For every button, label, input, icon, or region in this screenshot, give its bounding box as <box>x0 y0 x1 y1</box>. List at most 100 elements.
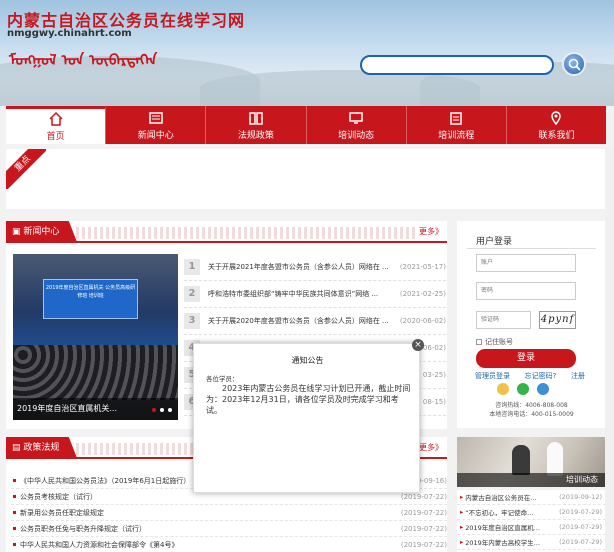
news-carousel[interactable]: 2019年度自治区直属机关 公务员高级研修班 培训班 2019年度自治区直属机关… <box>13 254 178 420</box>
news-title[interactable]: 关于开展2021年度各盟市公务员（含参公人员）网络在 ... <box>208 262 396 272</box>
password-field[interactable] <box>476 282 576 300</box>
news-section-title: ▣ 新闻中心 <box>6 221 78 243</box>
bullet-icon: ▸ <box>460 523 464 531</box>
monitor-icon <box>349 111 363 124</box>
law-date: (2019-07-22) <box>400 492 447 501</box>
focus-banner: 重点 <box>6 149 606 209</box>
training-title[interactable]: 2019年内蒙古高校学生... <box>465 537 559 547</box>
nav-item-label: 首页 <box>46 132 65 142</box>
decor-ribbon <box>76 227 417 239</box>
site-domain: nmggwy.chinahrt.com <box>7 28 132 39</box>
login-panel: 用户登录 4pynf 记住账号 登录 管理员登录 忘记密码? 注册 咨询热线：4… <box>457 221 606 428</box>
news-photo-screen: 2019年度自治区直属机关 公务员高级研修班 培训班 <box>43 279 138 319</box>
news-title[interactable]: 关于开展2020年度各盟市公务员（含参公人员）网络在 ... <box>208 316 396 326</box>
remember-account[interactable]: 记住账号 <box>476 337 513 347</box>
bullet-icon <box>13 527 16 530</box>
notice-title: 通知公告 <box>291 356 324 365</box>
focus-badge: 重点 <box>6 149 46 189</box>
bullet-icon <box>13 511 16 514</box>
nav-item-2[interactable]: 法规政策 <box>206 106 307 144</box>
laws-more-link[interactable]: 更多》 <box>419 442 443 453</box>
search-input[interactable] <box>360 55 554 75</box>
close-icon[interactable]: × <box>412 339 424 351</box>
law-title[interactable]: 中华人民共和国人力资源和社会保障部令《第4号》 <box>20 540 401 550</box>
nav-item-label: 新闻中心 <box>137 130 174 141</box>
law-title[interactable]: 公务员考核规定（试行） <box>20 492 401 502</box>
bullet-icon: ▸ <box>460 508 464 516</box>
forgot-password-link[interactable]: 忘记密码? <box>525 371 557 381</box>
carousel-dot[interactable] <box>152 408 156 412</box>
law-title[interactable]: 新录用公务员任职定级规定 <box>20 508 401 518</box>
news-row[interactable]: 1 关于开展2021年度各盟市公务员（含参公人员）网络在 ... (2021-05-… <box>184 254 446 281</box>
training-row[interactable]: ▸ 2019年度自治区直属机... (2019-07-29) <box>457 520 606 535</box>
training-row[interactable]: ▸ “不忘初心，牢记使命... (2019-07-29) <box>457 505 606 520</box>
nav-item-label: 法规政策 <box>237 130 274 141</box>
qq-icon[interactable] <box>497 383 509 395</box>
login-title: 用户登录 <box>476 237 513 247</box>
training-title[interactable]: 2019年度自治区直属机... <box>465 522 559 532</box>
training-figure <box>512 445 530 475</box>
notice-body: 2023年内蒙古公务员在线学习计划已开通，截止时间为：2023年12月31日，请… <box>206 384 411 415</box>
news-photo-crowd <box>13 345 178 400</box>
training-row[interactable]: ▸ 2019年内蒙古高校学生... (2019-07-29) <box>457 535 606 550</box>
login-social <box>497 383 549 395</box>
news-date: (2021-02-25) <box>399 290 446 298</box>
news-rank: 2 <box>184 286 200 302</box>
nav-item-label: 培训动态 <box>338 130 375 141</box>
laws-section-label: 政策法规 <box>23 443 60 453</box>
news-more-link[interactable]: 更多》 <box>419 226 443 237</box>
news-date: 03-25) <box>422 371 446 379</box>
nav-item-5[interactable]: 联系我们 <box>507 106 606 144</box>
remember-label: 记住账号 <box>485 338 513 346</box>
support-phone: 本地咨询电话：400-015-0009 <box>489 411 574 418</box>
news-row[interactable]: 2 呼和浩特市委组织部“铸牢中华民族共同体意识”网络 ... (2021-02-25… <box>184 281 446 308</box>
remember-checkbox[interactable] <box>476 339 482 345</box>
carousel-dot[interactable] <box>160 408 164 412</box>
news-date: (2021-05-17) <box>399 263 446 271</box>
scrollbar[interactable] <box>605 149 614 552</box>
captcha-image[interactable]: 4pynf <box>539 311 576 329</box>
app-icon[interactable] <box>537 383 549 395</box>
law-row[interactable]: 中华人民共和国人力资源和社会保障部令《第4号》 (2019-07-22) <box>11 537 447 552</box>
book-icon <box>249 111 263 125</box>
training-banner[interactable]: 培训动态 <box>457 437 606 487</box>
login-button[interactable]: 登录 <box>476 349 576 368</box>
mongolian-title: ᠮᠣᠩᠭᠣᠯ ᠤᠨ ᠥᠪᠡᠷᠲᠡᠭᠡᠨ <box>9 51 158 69</box>
clipboard-icon <box>450 111 463 125</box>
news-date: (2020-06-02) <box>399 317 446 325</box>
nav-item-4[interactable]: 培训流程 <box>407 106 507 144</box>
news-rank: 3 <box>184 313 200 329</box>
captcha-field[interactable] <box>476 311 531 329</box>
law-date: (2019-07-22) <box>400 540 447 549</box>
training-row[interactable]: ▸ 内蒙古自治区公务员在... (2019-09-12) <box>457 490 606 505</box>
username-field[interactable] <box>476 254 576 272</box>
nav-item-0[interactable]: 首页 <box>6 106 107 144</box>
news-icon: ▣ <box>12 227 24 237</box>
law-date: (2019-07-22) <box>400 524 447 533</box>
news-row[interactable]: 3 关于开展2020年度各盟市公务员（含参公人员）网络在 ... (2020-06-… <box>184 308 446 335</box>
bullet-icon: ▸ <box>460 493 464 501</box>
training-title[interactable]: 内蒙古自治区公务员在... <box>465 492 559 502</box>
newspaper-icon <box>149 111 163 124</box>
nav-item-1[interactable]: 新闻中心 <box>106 106 207 144</box>
training-label: 培训动态 <box>566 475 598 484</box>
training-list: ▸ 内蒙古自治区公务员在... (2019-09-12) ▸ “不忘初心，牢记使命...… <box>457 490 606 552</box>
register-link[interactable]: 注册 <box>571 371 585 381</box>
search-button[interactable] <box>562 52 586 76</box>
news-title[interactable]: 呼和浩特市委组织部“铸牢中华民族共同体意识”网络 ... <box>208 289 396 299</box>
training-date: (2019-07-29) <box>559 508 602 516</box>
law-row[interactable]: 新录用公务员任职定级规定 (2019-07-22) <box>11 505 447 521</box>
wechat-icon[interactable] <box>517 383 529 395</box>
law-row[interactable]: 公务员职务任免与职务升降规定（试行） (2019-07-22) <box>11 521 447 537</box>
news-rank: 1 <box>184 259 200 275</box>
admin-login-link[interactable]: 管理员登录 <box>475 371 510 381</box>
nav-item-3[interactable]: 培训动态 <box>307 106 407 144</box>
law-title[interactable]: 公务员职务任免与职务升降规定（试行） <box>20 524 401 534</box>
carousel-dot[interactable] <box>168 408 172 412</box>
site-header: 内蒙古自治区公务员在线学习网 nmggwy.chinahrt.com ᠮᠣᠩᠭᠣ… <box>0 0 614 106</box>
training-date: (2019-09-12) <box>559 493 602 501</box>
news-header: ▣ 新闻中心 更多》 <box>6 221 447 243</box>
training-title[interactable]: “不忘初心，牢记使命... <box>465 507 559 517</box>
training-date: (2019-07-29) <box>559 538 602 546</box>
bullet-icon: ▸ <box>460 538 464 546</box>
